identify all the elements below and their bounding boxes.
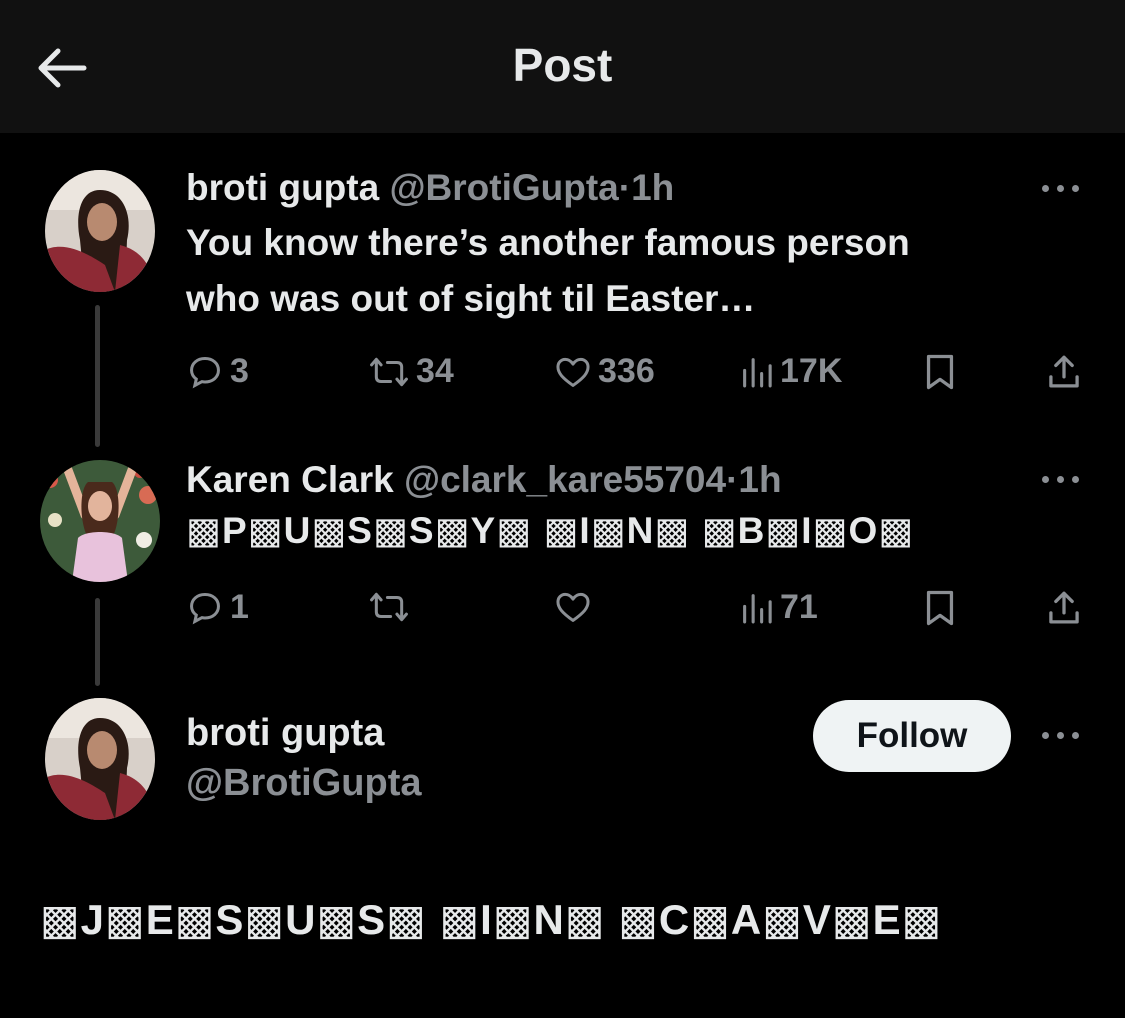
tweet-text-line: who was out of sight til Easter… [186,278,756,319]
avatar[interactable] [45,170,155,292]
tweet-text-line: You know there’s another famous person [186,222,910,263]
like-count: 336 [598,352,655,390]
post-text: ▩J▩E▩S▩U▩S▩ ▩I▩N▩ ▩C▩A▩V▩E▩ [40,896,943,943]
bookmark-button[interactable] [922,352,958,392]
top-bar: Post [0,0,1125,133]
reply-count: 3 [230,352,249,390]
share-icon [1049,591,1079,624]
more-icon[interactable] [1040,180,1084,196]
author-name[interactable]: Karen Clark [186,459,394,500]
reply-icon [190,592,220,624]
views-button[interactable]: 17K [740,352,842,391]
repost-button[interactable]: 34 [368,352,454,391]
repost-count: 34 [416,352,454,390]
bookmark-icon [926,590,954,626]
timestamp[interactable]: 1h [738,459,781,500]
more-icon[interactable] [1040,471,1084,487]
like-icon [556,592,590,622]
thread-connector [95,598,100,686]
bookmark-icon [926,354,954,390]
author-name[interactable]: broti gupta [186,167,379,208]
views-count: 71 [780,588,818,626]
reply-count: 1 [230,588,249,626]
page-title: Post [512,39,613,91]
repost-icon [370,592,408,622]
repost-icon [370,357,408,386]
reply-button[interactable]: 1 [186,588,249,627]
bookmark-button[interactable] [922,588,958,628]
thread-connector [95,305,100,447]
tweet-header: Karen Clark @clark_kare55704·1h [186,459,782,501]
avatar[interactable] [40,460,160,582]
like-button[interactable]: 336 [554,352,655,391]
views-icon [743,357,772,387]
like-button[interactable] [554,588,598,626]
share-icon [1049,355,1079,388]
timestamp[interactable]: 1h [631,167,674,208]
views-icon [743,593,772,623]
share-button[interactable] [1046,352,1082,392]
separator: · [726,459,739,500]
separator: · [618,167,632,208]
share-button[interactable] [1046,588,1082,628]
author-name[interactable]: broti gupta [186,712,384,755]
tweet-header: broti gupta @BrotiGupta·1h [186,167,674,209]
tweet-text: You know there’s another famous person w… [186,215,910,327]
author-handle[interactable]: @BrotiGupta [389,167,618,208]
views-count: 17K [780,352,843,390]
views-button[interactable]: 71 [740,588,818,627]
avatar[interactable] [45,698,155,820]
reply-icon [190,356,220,388]
reply-button[interactable]: 3 [186,352,249,391]
author-handle[interactable]: @clark_kare55704 [404,459,726,500]
tweet-text: ▩P▩U▩S▩S▩Y▩ ▩I▩N▩ ▩B▩I▩O▩ [186,510,915,551]
follow-button[interactable]: Follow [813,700,1011,772]
more-icon[interactable] [1040,727,1084,743]
like-icon [556,357,590,387]
repost-button[interactable] [368,588,416,626]
author-handle[interactable]: @BrotiGupta [186,762,421,805]
